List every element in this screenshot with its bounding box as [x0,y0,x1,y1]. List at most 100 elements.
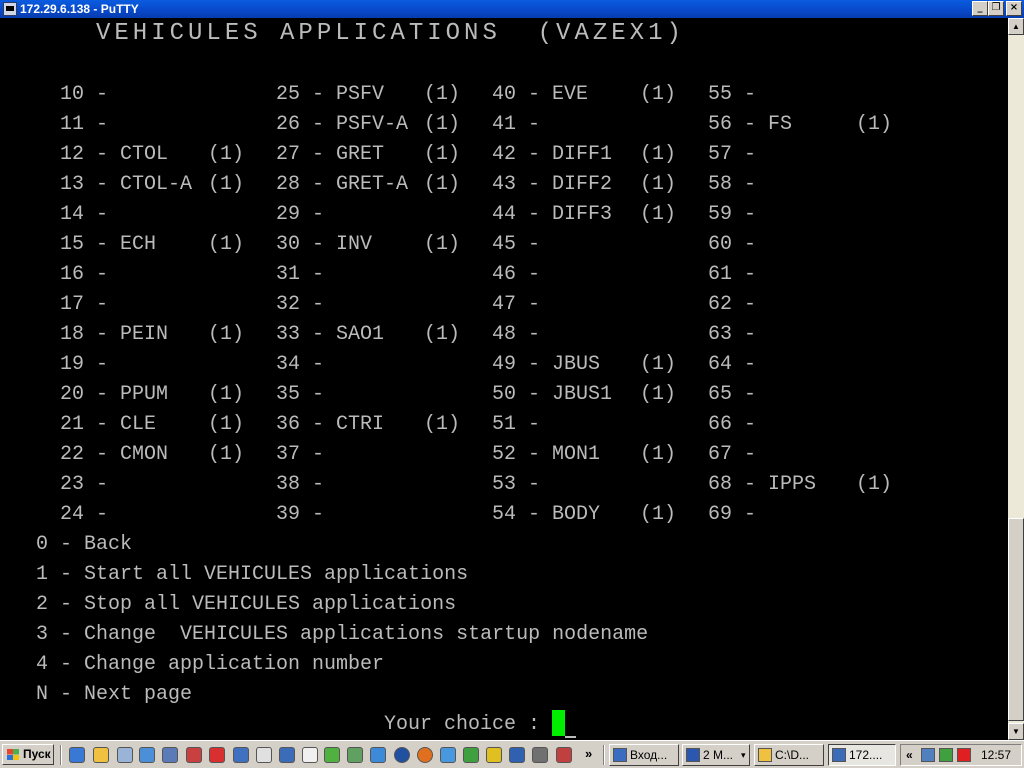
app-status-flag: (1) [208,413,245,436]
app-number: 28 [276,173,301,196]
app-number: 27 [276,143,301,166]
dash-separator: - [528,323,541,346]
dash-separator: - [528,293,541,316]
word-icon [686,748,700,762]
app-number: 11 [60,113,85,136]
taskbar-item-outlook[interactable]: Вход... [609,744,679,766]
menu-option: 3 - Change VEHICULES applications startu… [36,623,649,646]
app-number: 13 [60,173,85,196]
app-icon[interactable] [556,747,572,763]
notepad-icon[interactable] [117,747,133,763]
app-number: 40 [492,83,517,106]
eye-icon[interactable] [162,747,178,763]
app-number: 30 [276,233,301,256]
app-name: GRET [336,143,385,166]
windows-logo-icon [7,749,19,760]
dash-separator: - [96,503,109,526]
minimize-button[interactable]: _ [972,1,988,16]
tool-icon[interactable] [186,747,202,763]
app-name: DIFF2 [552,173,613,196]
warning-icon[interactable] [486,747,502,763]
computer-icon[interactable] [233,747,249,763]
taskbar-item-folder[interactable]: C:\D... [754,744,824,766]
putty-quicklaunch-icon[interactable] [279,747,295,763]
recorder-icon[interactable] [209,747,225,763]
dash-separator: - [312,203,325,226]
media-icon[interactable] [394,747,410,763]
close-button[interactable]: × [1006,1,1022,16]
app-number: 62 [708,293,733,316]
transfer-icon[interactable] [347,747,363,763]
maximize-button[interactable]: ❐ [988,1,1004,16]
dash-separator: - [744,413,757,436]
app-status-flag: (1) [208,323,245,346]
dash-separator: - [96,293,109,316]
network-icon[interactable] [139,747,155,763]
app-number: 48 [492,323,517,346]
ie-icon[interactable] [69,747,85,763]
app-name: PSFV-A [336,113,409,136]
folder-icon[interactable] [93,747,109,763]
taskbar-separator [603,745,605,765]
network-icon[interactable] [921,748,935,762]
app-number: 58 [708,173,733,196]
filter-icon[interactable] [324,747,340,763]
taskbar-item-putty[interactable]: 172.... [828,744,896,766]
app-name: FS [768,113,793,136]
sync-icon[interactable] [939,748,953,762]
menu-option: 4 - Change application number [36,653,385,676]
terminal-area[interactable]: VEHICULES APPLICATIONS (VAZEX1) 10-11-12… [0,18,1008,740]
scroll-thumb[interactable] [1008,518,1024,721]
app-number: 14 [60,203,85,226]
start-button[interactable]: Пуск [2,744,54,765]
choice-prompt: Your choice : [384,713,553,736]
putty-icon[interactable] [3,2,17,16]
taskbar-item-label: C:\D... [775,748,810,762]
quicklaunch-overflow-icon[interactable]: » [585,746,592,761]
save-icon[interactable] [509,747,525,763]
scroll-up-button[interactable]: ▲ [1008,18,1024,35]
app-number: 49 [492,353,517,376]
app-number: 59 [708,203,733,226]
taskbar-item-word[interactable]: 2 M... ▾ [682,744,750,766]
app-number: 54 [492,503,517,526]
dash-separator: - [312,473,325,496]
app-status-flag: (1) [640,203,677,226]
app-number: 44 [492,203,517,226]
dash-separator: - [528,83,541,106]
text-cursor[interactable] [552,710,565,736]
globe-icon[interactable] [370,747,386,763]
window-title: 172.29.6.138 - PuTTY [20,2,139,16]
app-number: 53 [492,473,517,496]
start-label: Пуск [23,747,51,761]
ncd-icon[interactable] [302,747,318,763]
dash-separator: - [528,443,541,466]
firefox-icon[interactable] [417,747,433,763]
vertical-scrollbar[interactable]: ▲ ▼ [1008,18,1024,740]
dash-separator: - [528,503,541,526]
menu-option: 0 - Back [36,533,133,556]
printer-icon[interactable] [532,747,548,763]
dash-separator: - [96,83,109,106]
dash-separator: - [96,173,109,196]
window-title-bar[interactable]: 172.29.6.138 - PuTTY _ ❐ × [0,0,1024,18]
system-tray: « 12:57 [900,744,1022,766]
hierarchy-icon[interactable] [463,747,479,763]
scroll-down-button[interactable]: ▼ [1008,723,1024,740]
app-name: PSFV [336,83,385,106]
shield-icon[interactable] [256,747,272,763]
app-status-flag: (1) [208,233,245,256]
app-number: 67 [708,443,733,466]
app-number: 20 [60,383,85,406]
dash-separator: - [528,263,541,286]
app-number: 26 [276,113,301,136]
app-number: 52 [492,443,517,466]
chevron-down-icon: ▾ [741,750,746,760]
dash-separator: - [312,443,325,466]
app-status-flag: (1) [640,143,677,166]
kaspersky-icon[interactable] [957,748,971,762]
dash-separator: - [528,203,541,226]
dash-separator: - [744,173,757,196]
tray-expand-icon[interactable]: « [906,748,913,762]
explorer-icon[interactable] [440,747,456,763]
